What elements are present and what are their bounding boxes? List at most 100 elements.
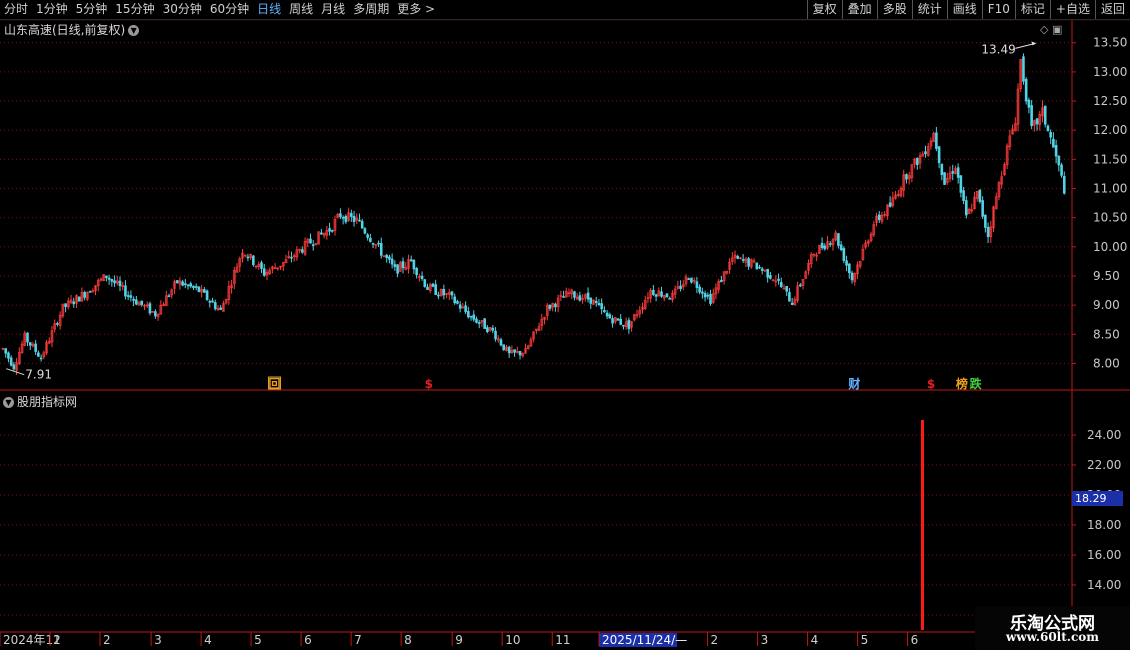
- main-chart-title[interactable]: 山东高速(日线,前复权) ▼: [4, 21, 140, 38]
- candle-body: [845, 260, 848, 266]
- candle-body: [986, 226, 990, 238]
- candle-body: [1030, 105, 1033, 126]
- candle-body: [262, 268, 266, 276]
- candle-body: [360, 220, 364, 229]
- candle-body: [701, 291, 704, 294]
- candle-body: [611, 318, 614, 324]
- candle-body: [820, 242, 824, 249]
- event-marker: $: [927, 377, 935, 391]
- candle-body: [458, 304, 462, 309]
- indicator-tick-label: 14.00: [1087, 578, 1121, 592]
- candle-body: [935, 132, 938, 149]
- candle-body: [118, 280, 122, 287]
- toolbar-button-2[interactable]: 多股: [876, 0, 912, 19]
- candle-body: [181, 281, 184, 286]
- indicator-title[interactable]: ▼ 股朋指标网: [3, 393, 77, 410]
- toolbar-button-8[interactable]: 返回: [1094, 0, 1130, 19]
- kline-chart[interactable]: 8.00 8.50 9.00 9.50 10.00 10.50 11.00 11.50 12.0…: [0, 0, 1130, 650]
- candle-body: [477, 322, 481, 324]
- x-tick-label: 2: [711, 633, 719, 647]
- toggle-panel-icon[interactable]: ▣: [1052, 23, 1062, 36]
- candle-body: [837, 233, 840, 246]
- toolbar-button-3[interactable]: 统计: [911, 0, 947, 19]
- diamond-icon[interactable]: ◇: [1040, 23, 1048, 36]
- candle-body: [703, 293, 707, 298]
- candle-body: [37, 352, 40, 357]
- main-tick-label: 12.50: [1093, 94, 1127, 108]
- toolbar-button-1[interactable]: 叠加: [841, 0, 877, 19]
- stock-title: 山东高速(日线,前复权): [4, 23, 126, 37]
- candle-body: [301, 249, 304, 253]
- candle-body: [600, 303, 603, 310]
- candle-body: [464, 305, 467, 312]
- main-tick-label: 10.00: [1093, 240, 1127, 254]
- period-tab-3[interactable]: 15分钟: [111, 0, 158, 19]
- event-marker: 财: [847, 376, 860, 391]
- chevron-down-icon[interactable]: ▼: [128, 25, 140, 36]
- candle-body: [110, 279, 114, 282]
- candle-body: [1060, 164, 1063, 176]
- candle-body: [499, 339, 503, 346]
- candle-body: [56, 323, 59, 325]
- candle-body: [126, 295, 130, 297]
- period-tab-4[interactable]: 30分钟: [159, 0, 206, 19]
- x-tick-label: 10: [505, 633, 520, 647]
- x-tick-label: 8: [404, 633, 412, 647]
- period-tab-7[interactable]: 周线: [285, 0, 317, 19]
- period-tab-10[interactable]: 更多 >: [393, 0, 439, 19]
- candle-body: [981, 200, 984, 217]
- candle-body: [358, 219, 361, 222]
- candle-body: [962, 190, 965, 201]
- candle-body: [330, 230, 334, 232]
- indicator-tick-label: 18.00: [1087, 518, 1121, 532]
- candle-body: [622, 324, 625, 327]
- candle-body: [619, 318, 623, 325]
- period-tab-5[interactable]: 60分钟: [206, 0, 253, 19]
- candle-body: [369, 237, 372, 242]
- candle-body: [984, 214, 987, 228]
- candle-body: [450, 291, 454, 296]
- candle-body: [456, 301, 459, 304]
- candle-body: [483, 318, 486, 329]
- candle-body: [562, 296, 565, 298]
- candle-body: [978, 189, 982, 202]
- candle-body: [1046, 125, 1050, 132]
- candle-body: [905, 174, 908, 180]
- candle-body: [311, 244, 315, 246]
- period-tab-0[interactable]: 分时: [0, 0, 32, 19]
- toolbar-button-6[interactable]: 标记: [1014, 0, 1050, 19]
- candle-body: [940, 163, 944, 176]
- candle-body: [309, 238, 312, 244]
- candle-body: [589, 297, 593, 304]
- high-label: 13.49: [981, 42, 1015, 56]
- candle-body: [916, 158, 919, 166]
- candle-body: [924, 151, 927, 155]
- candle-body: [194, 286, 198, 288]
- toolbar-button-7[interactable]: +自选: [1049, 0, 1095, 19]
- period-tab-2[interactable]: 5分钟: [72, 0, 112, 19]
- candle-body: [107, 277, 111, 280]
- toolbar-button-5[interactable]: F10: [981, 0, 1015, 19]
- toolbar-button-4[interactable]: 画线: [946, 0, 982, 19]
- candle-body: [83, 292, 86, 298]
- candle-body: [409, 259, 413, 262]
- candle-body: [167, 295, 171, 297]
- candle-body: [758, 266, 761, 269]
- candle-body: [660, 291, 663, 297]
- candle-body: [184, 283, 187, 285]
- period-tab-6[interactable]: 日线: [253, 0, 285, 19]
- candle-body: [328, 228, 331, 232]
- chevron-down-icon[interactable]: ▼: [3, 397, 14, 408]
- main-tick-label: 13.00: [1093, 65, 1127, 79]
- candle-body: [350, 213, 353, 217]
- function-buttons: 复权 叠加 多股 统计 画线 F10 标记 +自选 返回: [806, 0, 1130, 19]
- candle-body: [64, 303, 67, 308]
- event-marker: 榜: [956, 376, 968, 391]
- period-tab-1[interactable]: 1分钟: [32, 0, 72, 19]
- toolbar-button-0[interactable]: 复权: [806, 0, 842, 19]
- event-marker: 跌: [970, 376, 983, 391]
- period-tab-9[interactable]: 多周期: [349, 0, 393, 19]
- period-tab-8[interactable]: 月线: [317, 0, 349, 19]
- candle-body: [442, 288, 446, 296]
- candle-body: [1062, 175, 1066, 194]
